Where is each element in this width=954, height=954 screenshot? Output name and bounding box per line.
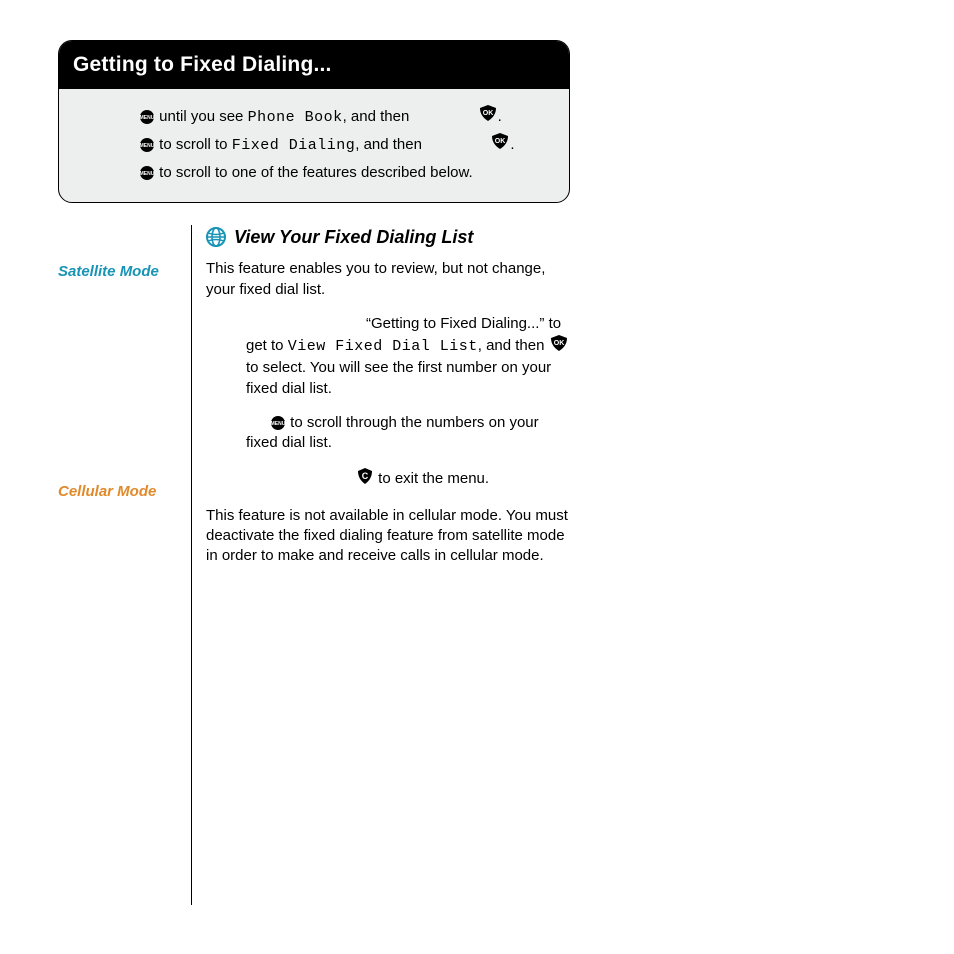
step-3: MENU to scroll to one of the features de… bbox=[139, 159, 547, 186]
svg-text:MENU: MENU bbox=[140, 171, 155, 177]
cellular-note: This feature is not available in cellula… bbox=[206, 506, 571, 567]
svg-text:OK: OK bbox=[553, 340, 564, 347]
c-icon: C bbox=[356, 467, 374, 491]
svg-text:MENU: MENU bbox=[271, 421, 286, 427]
menu-icon: MENU bbox=[139, 109, 155, 125]
text: to scroll through the numbers on your fi… bbox=[246, 414, 539, 451]
svg-text:MENU: MENU bbox=[140, 115, 155, 121]
satellite-mode-label: Satellite Mode bbox=[58, 263, 159, 280]
text: , and then bbox=[478, 337, 549, 354]
step-2: MENU to scroll to Fixed Dialing, and the… bbox=[139, 131, 547, 159]
step-text: to scroll to bbox=[155, 136, 232, 153]
section-heading: View Your Fixed Dialing List bbox=[206, 225, 571, 249]
satellite-intro: This feature enables you to review, but … bbox=[206, 259, 571, 300]
svg-text:C: C bbox=[362, 471, 369, 481]
right-column: View Your Fixed Dialing List This featur… bbox=[191, 225, 571, 905]
ok-icon: OK bbox=[490, 132, 510, 159]
header-box: Getting to Fixed Dialing... MENU until y… bbox=[58, 40, 570, 203]
ok-icon: OK bbox=[549, 334, 569, 358]
step-text: . bbox=[510, 136, 514, 153]
satellite-step-3: C to exit the menu. bbox=[206, 467, 571, 491]
step-text: . bbox=[498, 108, 502, 125]
globe-icon bbox=[206, 227, 226, 247]
menu-icon: MENU bbox=[270, 415, 286, 431]
step-text: to scroll to one of the features describ… bbox=[155, 164, 473, 181]
step-text: , and then bbox=[343, 108, 414, 125]
step-mono: Fixed Dialing bbox=[232, 137, 356, 154]
mono-text: View Fixed Dial List bbox=[288, 338, 478, 355]
cellular-mode-label: Cellular Mode bbox=[58, 483, 156, 500]
svg-text:OK: OK bbox=[495, 138, 506, 145]
text: to select. You will see the first number… bbox=[246, 359, 551, 396]
page-title: Getting to Fixed Dialing... bbox=[59, 41, 569, 89]
section-title: View Your Fixed Dialing List bbox=[234, 225, 473, 249]
satellite-step-2: MENU to scroll through the numbers on yo… bbox=[206, 413, 571, 454]
content-area: Satellite Mode Cellular Mode View Your F… bbox=[58, 225, 568, 905]
header-steps: MENU until you see Phone Book, and then … bbox=[59, 89, 569, 202]
step-text: until you see bbox=[155, 108, 248, 125]
step-1: MENU until you see Phone Book, and then … bbox=[139, 103, 547, 131]
menu-icon: MENU bbox=[139, 165, 155, 181]
step-text: , and then bbox=[355, 136, 426, 153]
menu-icon: MENU bbox=[139, 137, 155, 153]
ok-icon: OK bbox=[478, 104, 498, 131]
svg-text:MENU: MENU bbox=[140, 143, 155, 149]
svg-text:OK: OK bbox=[482, 110, 493, 117]
step-mono: Phone Book bbox=[248, 109, 343, 126]
satellite-step-1: “Getting to Fixed Dialing...” to get to … bbox=[206, 314, 571, 399]
text: to exit the menu. bbox=[374, 470, 489, 487]
